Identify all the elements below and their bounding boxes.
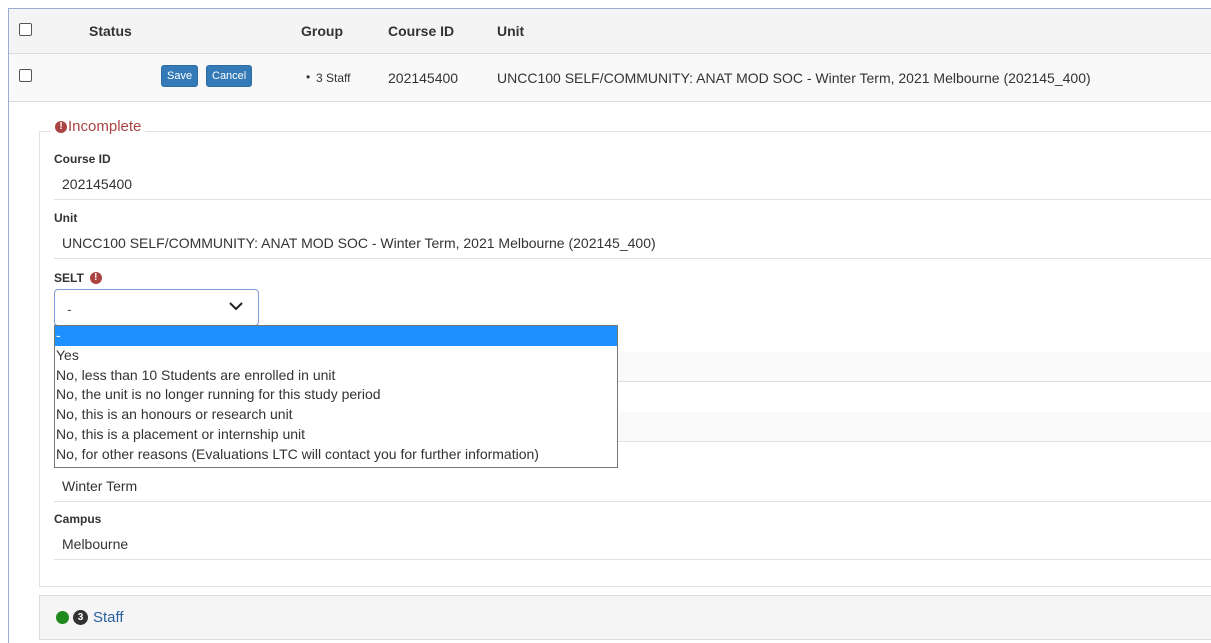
staff-count-badge: 3: [73, 610, 88, 625]
course-id-label: Course ID: [54, 152, 111, 166]
selt-select[interactable]: -: [54, 289, 259, 326]
campus-value: Melbourne: [54, 530, 1211, 560]
selt-option[interactable]: No, for other reasons (Evaluations LTC w…: [55, 445, 617, 465]
unit-label: Unit: [54, 211, 78, 225]
selt-selected-value: -: [67, 301, 72, 317]
select-all-checkbox[interactable]: [19, 23, 32, 36]
header-course-id[interactable]: Course ID: [388, 23, 454, 39]
row-unit: UNCC100 SELF/COMMUNITY: ANAT MOD SOC - W…: [497, 70, 1091, 86]
header-group[interactable]: Group: [301, 23, 343, 39]
save-button[interactable]: Save: [161, 65, 199, 87]
exclamation-circle-icon: !: [55, 120, 67, 133]
group-bullet: •: [306, 70, 311, 84]
header-status[interactable]: Status: [89, 23, 132, 39]
status-dot-icon: [56, 611, 69, 624]
selt-option[interactable]: No, the unit is no longer running for th…: [55, 385, 617, 405]
staff-link[interactable]: Staff: [93, 609, 124, 626]
term-value: Winter Term: [54, 472, 1211, 502]
legend-text: Incomplete: [68, 118, 142, 135]
selt-dropdown-list[interactable]: - Yes No, less than 10 Students are enro…: [54, 325, 618, 468]
table-row: Save Cancel • 3 Staff 202145400 UNCC100 …: [9, 54, 1211, 102]
course-id-value: 202145400: [54, 170, 1211, 200]
selt-option[interactable]: No, this is an honours or research unit: [55, 405, 617, 425]
selt-option[interactable]: Yes: [55, 346, 617, 366]
campus-label: Campus: [54, 512, 102, 526]
fieldset-legend: ! Incomplete: [51, 118, 146, 135]
units-table-panel: Status Group Course ID Unit Save Cancel …: [8, 8, 1211, 643]
row-course-id: 202145400: [388, 70, 459, 86]
selt-option[interactable]: -: [55, 326, 617, 346]
selt-option[interactable]: No, this is a placement or internship un…: [55, 425, 617, 445]
selt-label-group: SELT !: [54, 271, 103, 285]
unit-value: UNCC100 SELF/COMMUNITY: ANAT MOD SOC - W…: [54, 229, 1211, 259]
table-header: Status Group Course ID Unit: [9, 9, 1211, 54]
row-checkbox[interactable]: [19, 69, 32, 82]
header-unit[interactable]: Unit: [497, 23, 524, 39]
chevron-down-icon: [229, 302, 243, 311]
cancel-button[interactable]: Cancel: [206, 65, 253, 87]
staff-section-header[interactable]: 3 Staff: [39, 595, 1211, 640]
row-group: 3 Staff: [316, 71, 351, 85]
required-exclamation-icon: !: [89, 272, 102, 284]
selt-label: SELT: [54, 271, 84, 285]
selt-option[interactable]: No, less than 10 Students are enrolled i…: [55, 366, 617, 386]
